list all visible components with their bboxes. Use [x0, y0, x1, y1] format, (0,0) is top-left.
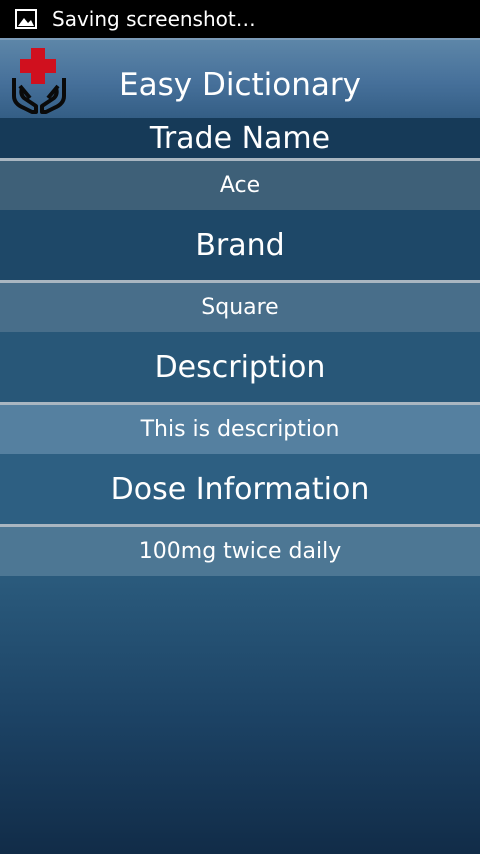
- app-title: Easy Dictionary: [119, 67, 361, 103]
- image-icon: [14, 8, 38, 30]
- status-bar: Saving screenshot…: [0, 0, 480, 38]
- brand-label: Brand: [0, 210, 480, 280]
- description-value: This is description: [0, 402, 480, 454]
- description-label: Description: [0, 332, 480, 402]
- status-notification-text: Saving screenshot…: [52, 7, 256, 31]
- trade-name-value: Ace: [0, 158, 480, 210]
- app-header: Easy Dictionary: [0, 38, 480, 118]
- drug-detail-list: Trade Name Ace Brand Square Description …: [0, 118, 480, 576]
- brand-value: Square: [0, 280, 480, 332]
- dose-information-value: 100mg twice daily: [0, 524, 480, 576]
- trade-name-label: Trade Name: [0, 118, 480, 158]
- dose-information-label: Dose Information: [0, 454, 480, 524]
